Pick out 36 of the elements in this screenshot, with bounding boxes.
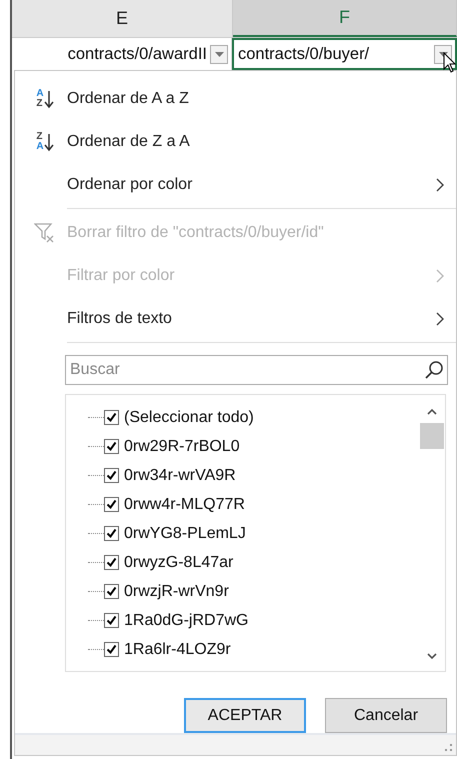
resize-grip-icon[interactable] <box>445 744 453 752</box>
checkbox[interactable] <box>104 555 119 570</box>
list-item[interactable]: 1Ra6lr-4LOZ9r <box>88 635 419 664</box>
list-item[interactable]: 0rwzjR-wrVn9r <box>88 577 419 606</box>
checkbox[interactable] <box>104 468 119 483</box>
search-icon <box>424 360 444 380</box>
menu-item[interactable]: Z A Ordenar de Z a A <box>15 120 456 163</box>
menu-item[interactable]: Ordenar por color <box>15 163 456 206</box>
scroll-up-icon[interactable] <box>426 407 438 415</box>
cell-text: contracts/0/awardII <box>68 44 207 64</box>
scroll-thumb[interactable] <box>420 423 444 449</box>
list-item[interactable]: 1Ra0dG-jRD7wG <box>88 606 419 635</box>
list-item[interactable]: 0rwyzG-8L47ar <box>88 548 419 577</box>
checkbox[interactable] <box>104 410 119 425</box>
cell-text: contracts/0/buyer/ <box>238 44 370 64</box>
menu-item[interactable]: A Z Ordenar de A a Z <box>15 77 456 120</box>
dropdown-arrow-icon <box>214 52 224 56</box>
column-header[interactable]: F <box>233 0 457 37</box>
checkbox[interactable] <box>104 439 119 454</box>
checkbox[interactable] <box>104 526 119 541</box>
list-item[interactable]: 0rw29R-7rBOL0 <box>88 432 419 461</box>
cancel-button[interactable]: Cancelar <box>325 698 447 734</box>
menu-item[interactable]: Filtros de texto <box>15 297 456 340</box>
checkbox[interactable] <box>104 642 119 657</box>
column-header[interactable]: E <box>12 0 233 37</box>
search-field[interactable]: Buscar <box>65 355 448 385</box>
ok-button[interactable]: ACEPTAR <box>184 698 306 734</box>
list-item[interactable]: 0rww4r-MLQ77R <box>88 490 419 519</box>
list-item[interactable]: 0rwYG8-PLemLJ <box>88 519 419 548</box>
list-item[interactable]: 0rw34r-wrVA9R <box>88 461 419 490</box>
header-cell[interactable]: contracts/0/buyer/ <box>232 38 457 70</box>
checkbox[interactable] <box>104 613 119 628</box>
checkbox[interactable] <box>104 584 119 599</box>
list-item[interactable]: (Seleccionar todo) <box>88 403 419 432</box>
scroll-down-icon[interactable] <box>426 653 438 662</box>
checkbox[interactable] <box>104 497 119 512</box>
